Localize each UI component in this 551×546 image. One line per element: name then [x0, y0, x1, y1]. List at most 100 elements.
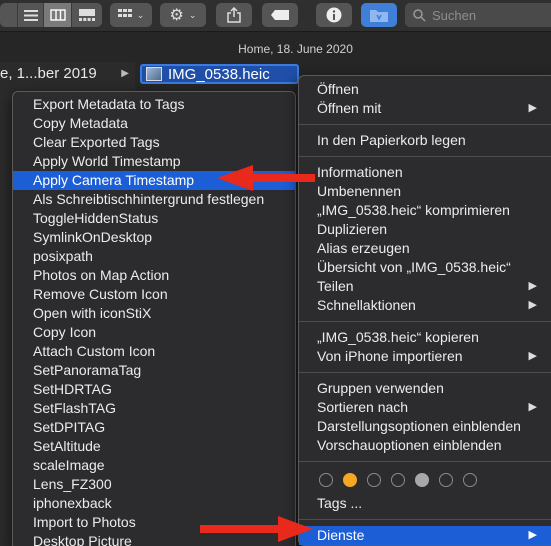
- service-item[interactable]: Remove Custom Icon: [13, 285, 295, 304]
- menu-item-label: „IMG_0538.heic“ kopieren: [317, 329, 479, 345]
- gallery-view-button[interactable]: [72, 3, 102, 27]
- menu-item-label: „IMG_0538.heic“ komprimieren: [317, 202, 510, 218]
- submenu-arrow-icon: ▶: [528, 102, 537, 114]
- info-icon: [326, 7, 342, 23]
- icon-view-button[interactable]: [0, 3, 18, 27]
- submenu-arrow-icon: ▶: [528, 350, 537, 362]
- tag-color-dot[interactable]: [439, 473, 453, 487]
- service-item[interactable]: SetHDRTAG: [13, 380, 295, 399]
- tag-color-dot-orange[interactable]: [343, 473, 357, 487]
- menu-item-copy[interactable]: „IMG_0538.heic“ kopieren: [299, 328, 551, 347]
- action-gear-icon: ⚙: [169, 7, 184, 24]
- menu-separator: [299, 461, 551, 462]
- chevron-down-icon: ⌄: [188, 9, 197, 20]
- selected-file[interactable]: IMG_0538.heic: [140, 64, 299, 84]
- service-item[interactable]: Export Metadata to Tags: [13, 95, 295, 114]
- service-item[interactable]: SetFlashTAG: [13, 399, 295, 418]
- service-item[interactable]: Open with iconStiX: [13, 304, 295, 323]
- menu-item-label: Tags ...: [317, 495, 363, 511]
- search-input[interactable]: [432, 7, 532, 23]
- tag-color-dot[interactable]: [391, 473, 405, 487]
- column-item-left[interactable]: e, 1...ber 2019 ▶: [0, 64, 135, 84]
- search-field[interactable]: [405, 3, 551, 27]
- service-item[interactable]: posixpath: [13, 247, 295, 266]
- menu-item-duplicate[interactable]: Duplizieren: [299, 220, 551, 239]
- service-item[interactable]: SetAltitude: [13, 437, 295, 456]
- service-item[interactable]: Copy Icon: [13, 323, 295, 342]
- share-button[interactable]: [216, 3, 252, 27]
- list-view-icon: [23, 9, 38, 21]
- menu-separator: [299, 156, 551, 157]
- info-button[interactable]: [316, 3, 352, 27]
- red-arrow-icon: [217, 165, 315, 191]
- disclosure-triangle-icon: ▶: [121, 68, 129, 79]
- service-item[interactable]: SetDPITAG: [13, 418, 295, 437]
- menu-item-iphone-import[interactable]: Von iPhone importieren ▶: [299, 347, 551, 366]
- submenu-arrow-icon: ▶: [528, 529, 537, 541]
- service-item[interactable]: SymlinkOnDesktop: [13, 228, 295, 247]
- menu-item-quick-actions[interactable]: Schnellaktionen ▶: [299, 296, 551, 315]
- menu-item-compress[interactable]: „IMG_0538.heic“ komprimieren: [299, 201, 551, 220]
- menu-item-open[interactable]: Öffnen: [299, 80, 551, 99]
- menu-item-share[interactable]: Teilen ▶: [299, 277, 551, 296]
- menu-item-open-with[interactable]: Öffnen mit ▶: [299, 99, 551, 118]
- chevron-down-icon: ⌄: [136, 9, 145, 20]
- menu-item-alias[interactable]: Alias erzeugen: [299, 239, 551, 258]
- menu-item-label: Gruppen verwenden: [317, 380, 444, 396]
- menu-separator: [299, 321, 551, 322]
- menu-item-label: Öffnen: [317, 81, 359, 97]
- folder-button[interactable]: [361, 3, 397, 27]
- tag-color-dot[interactable]: [319, 473, 333, 487]
- service-item[interactable]: Lens_FZ300: [13, 475, 295, 494]
- menu-separator: [299, 519, 551, 520]
- menu-item-label: Darstellungsoptionen einblenden: [317, 418, 521, 434]
- share-icon: [227, 7, 241, 23]
- menu-item-use-groups[interactable]: Gruppen verwenden: [299, 379, 551, 398]
- menu-item-info[interactable]: Informationen: [299, 163, 551, 182]
- action-button[interactable]: ⚙ ⌄: [160, 3, 206, 27]
- service-item[interactable]: Photos on Map Action: [13, 266, 295, 285]
- menu-item-rename[interactable]: Umbenennen: [299, 182, 551, 201]
- service-item[interactable]: Clear Exported Tags: [13, 133, 295, 152]
- menu-separator: [299, 372, 551, 373]
- submenu-arrow-icon: ▶: [528, 299, 537, 311]
- menu-item-quicklook[interactable]: Übersicht von „IMG_0538.heic“: [299, 258, 551, 277]
- service-item[interactable]: iphonexback: [13, 494, 295, 513]
- menu-item-label: Vorschauoptionen einblenden: [317, 437, 502, 453]
- menu-item-label: Sortieren nach: [317, 399, 409, 415]
- finder-toolbar: ⌄ ⚙ ⌄: [0, 0, 551, 32]
- red-arrow-icon: [200, 516, 313, 542]
- service-item[interactable]: Copy Metadata: [13, 114, 295, 133]
- menu-item-sort-by[interactable]: Sortieren nach ▶: [299, 398, 551, 417]
- list-view-button[interactable]: [18, 3, 44, 27]
- column-view-icon: [49, 9, 66, 21]
- search-icon: [413, 8, 426, 22]
- menu-item-label: Übersicht von „IMG_0538.heic“: [317, 259, 511, 275]
- menu-item-label: Öffnen mit: [317, 100, 382, 116]
- menu-item-services[interactable]: Dienste ▶: [299, 526, 551, 545]
- menu-item-view-options[interactable]: Darstellungsoptionen einblenden: [299, 417, 551, 436]
- folder-icon: [370, 10, 388, 22]
- tag-color-dot[interactable]: [367, 473, 381, 487]
- column-view-button[interactable]: [44, 3, 72, 27]
- group-button[interactable]: ⌄: [110, 3, 152, 27]
- path-title: Home, 18. June 2020: [238, 42, 353, 56]
- submenu-arrow-icon: ▶: [528, 280, 537, 292]
- file-thumbnail-icon: [146, 67, 162, 81]
- service-item[interactable]: scaleImage: [13, 456, 295, 475]
- menu-item-label: Schnellaktionen: [317, 297, 416, 313]
- selected-file-name: IMG_0538.heic: [168, 65, 270, 83]
- tag-color-picker: [299, 468, 551, 492]
- menu-item-trash[interactable]: In den Papierkorb legen: [299, 131, 551, 150]
- service-item[interactable]: ToggleHiddenStatus: [13, 209, 295, 228]
- gallery-view-icon: [79, 9, 95, 21]
- tag-color-dot-grey[interactable]: [415, 473, 429, 487]
- service-item[interactable]: SetPanoramaTag: [13, 361, 295, 380]
- menu-item-label: In den Papierkorb legen: [317, 132, 466, 148]
- tag-color-dot[interactable]: [463, 473, 477, 487]
- service-item[interactable]: Attach Custom Icon: [13, 342, 295, 361]
- menu-item-preview-options[interactable]: Vorschauoptionen einblenden: [299, 436, 551, 455]
- tag-button[interactable]: [262, 3, 298, 27]
- view-mode-segmented-control[interactable]: [0, 3, 102, 27]
- menu-item-tags[interactable]: Tags ...: [299, 494, 551, 513]
